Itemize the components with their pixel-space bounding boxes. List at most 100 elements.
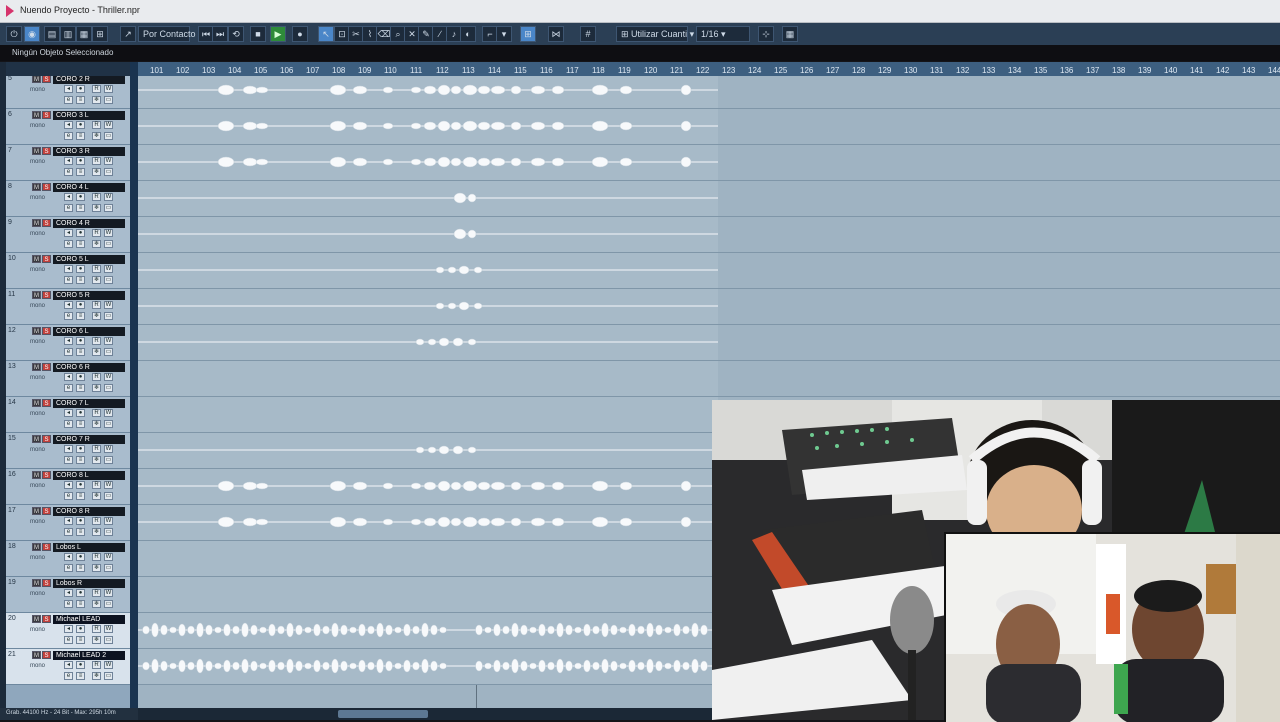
color-tool-icon[interactable]: ◐ — [460, 26, 476, 42]
solo-button[interactable]: S — [42, 579, 51, 587]
read-automation-button[interactable]: R — [92, 337, 101, 345]
lane-button[interactable]: ≡ — [76, 96, 85, 104]
folder-button[interactable]: ▭ — [104, 564, 113, 572]
record-enable-button[interactable]: ● — [76, 589, 85, 597]
read-automation-button[interactable]: R — [92, 85, 101, 93]
track-name[interactable]: Lobos R — [53, 579, 125, 588]
freeze-button[interactable]: ❄ — [92, 528, 101, 536]
track-header[interactable]: 10 M S CORO 5 L mono ◂ ● R We ≡ ❄ ▭ — [6, 253, 130, 289]
track-name[interactable]: CORO 2 R — [53, 76, 125, 84]
write-automation-button[interactable]: W — [104, 373, 113, 381]
track-name[interactable]: Lobos L — [53, 543, 125, 552]
freeze-button[interactable]: ❄ — [92, 132, 101, 140]
read-automation-button[interactable]: R — [92, 661, 101, 669]
track-name[interactable]: CORO 8 L — [53, 471, 125, 480]
grid-type-icon[interactable]: # — [580, 26, 596, 42]
mute-button[interactable]: M — [32, 183, 41, 191]
freeze-button[interactable]: ❄ — [92, 240, 101, 248]
write-automation-button[interactable]: W — [104, 409, 113, 417]
track-name[interactable]: CORO 8 R — [53, 507, 125, 516]
lane-button[interactable]: ≡ — [76, 168, 85, 176]
track-header[interactable]: 12 M S CORO 6 L mono ◂ ● R We ≡ ❄ ▭ — [6, 325, 130, 361]
mute-button[interactable]: M — [32, 147, 41, 155]
track-lane[interactable] — [138, 253, 1280, 289]
mute-button[interactable]: M — [32, 76, 41, 83]
monitor-button[interactable]: ◂ — [64, 625, 73, 633]
activate-project-icon[interactable]: ⏻ — [6, 26, 22, 42]
mixer-icon[interactable]: ▥ — [60, 26, 76, 42]
solo-button[interactable]: S — [42, 507, 51, 515]
solo-button[interactable]: S — [42, 399, 51, 407]
monitor-button[interactable]: ◂ — [64, 373, 73, 381]
play-icon[interactable]: ▶ — [270, 26, 286, 42]
track-name[interactable]: CORO 4 L — [53, 183, 125, 192]
lane-button[interactable]: ≡ — [76, 312, 85, 320]
freeze-button[interactable]: ❄ — [92, 564, 101, 572]
edit-channel-button[interactable]: e — [64, 528, 73, 536]
folder-button[interactable]: ▭ — [104, 312, 113, 320]
freeze-button[interactable]: ❄ — [92, 96, 101, 104]
mute-button[interactable]: M — [32, 579, 41, 587]
freeze-button[interactable]: ❄ — [92, 456, 101, 464]
track-name[interactable]: Michael LEAD 2 — [53, 651, 125, 660]
write-automation-button[interactable]: W — [104, 661, 113, 669]
freeze-button[interactable]: ❄ — [92, 600, 101, 608]
track-name[interactable]: CORO 5 L — [53, 255, 125, 264]
mute-button[interactable]: M — [32, 471, 41, 479]
record-enable-button[interactable]: ● — [76, 193, 85, 201]
write-automation-button[interactable]: W — [104, 301, 113, 309]
write-automation-button[interactable]: W — [104, 589, 113, 597]
write-automation-button[interactable]: W — [104, 517, 113, 525]
monitor-button[interactable]: ◂ — [64, 229, 73, 237]
track-header[interactable]: 6 M S CORO 3 L mono ◂ ● R We ≡ ❄ ▭ — [6, 109, 130, 145]
object-selection-tool-icon[interactable]: ↖ — [318, 26, 334, 42]
freeze-button[interactable]: ❄ — [92, 312, 101, 320]
read-automation-button[interactable]: R — [92, 121, 101, 129]
folder-button[interactable]: ▭ — [104, 384, 113, 392]
read-automation-button[interactable]: R — [92, 445, 101, 453]
window-zones-icon[interactable]: ▦ — [782, 26, 798, 42]
mute-button[interactable]: M — [32, 291, 41, 299]
monitor-button[interactable]: ◂ — [64, 337, 73, 345]
snap-type-dropdown[interactable]: ▾ — [496, 26, 512, 42]
edit-channel-button[interactable]: e — [64, 420, 73, 428]
track-name[interactable]: Michael LEAD — [53, 615, 125, 624]
lane-button[interactable]: ≡ — [76, 636, 85, 644]
track-name[interactable]: CORO 7 R — [53, 435, 125, 444]
freeze-button[interactable]: ❄ — [92, 276, 101, 284]
write-automation-button[interactable]: W — [104, 85, 113, 93]
write-automation-button[interactable]: W — [104, 157, 113, 165]
snap-to-grid-icon[interactable]: ⊞ — [520, 26, 536, 42]
track-header[interactable]: 5 M S CORO 2 R mono ◂ ● R We ≡ ❄ ▭ — [6, 76, 130, 109]
record-enable-button[interactable]: ● — [76, 625, 85, 633]
write-automation-button[interactable]: W — [104, 337, 113, 345]
inspector-icon[interactable]: ▤ — [44, 26, 60, 42]
snap-zero-crossing-icon[interactable]: ⋈ — [548, 26, 564, 42]
edit-channel-button[interactable]: e — [64, 456, 73, 464]
read-automation-button[interactable]: R — [92, 553, 101, 561]
edit-channel-button[interactable]: e — [64, 132, 73, 140]
record-enable-button[interactable]: ● — [76, 553, 85, 561]
read-automation-button[interactable]: R — [92, 157, 101, 165]
track-lane[interactable] — [138, 109, 1280, 145]
mute-button[interactable]: M — [32, 615, 41, 623]
track-name[interactable]: CORO 6 L — [53, 327, 125, 336]
lane-button[interactable]: ≡ — [76, 276, 85, 284]
lane-button[interactable]: ≡ — [76, 204, 85, 212]
lane-button[interactable]: ≡ — [76, 384, 85, 392]
channel-settings-icon[interactable]: ⊞ — [92, 26, 108, 42]
monitor-button[interactable]: ◂ — [64, 301, 73, 309]
lane-button[interactable]: ≡ — [76, 672, 85, 680]
track-header[interactable]: 15 M S CORO 7 R mono ◂ ● R We ≡ ❄ ▭ — [6, 433, 130, 469]
track-header[interactable]: 14 M S CORO 7 L mono ◂ ● R We ≡ ❄ ▭ — [6, 397, 130, 433]
monitor-button[interactable]: ◂ — [64, 553, 73, 561]
quantize-mode-select[interactable]: ⊞ Utilizar Cuanti ▾ — [616, 26, 694, 42]
lane-button[interactable]: ≡ — [76, 456, 85, 464]
monitor-button[interactable]: ◂ — [64, 85, 73, 93]
monitor-button[interactable]: ◂ — [64, 121, 73, 129]
folder-button[interactable]: ▭ — [104, 168, 113, 176]
write-automation-button[interactable]: W — [104, 193, 113, 201]
write-automation-button[interactable]: W — [104, 265, 113, 273]
record-enable-button[interactable]: ● — [76, 445, 85, 453]
write-automation-button[interactable]: W — [104, 445, 113, 453]
